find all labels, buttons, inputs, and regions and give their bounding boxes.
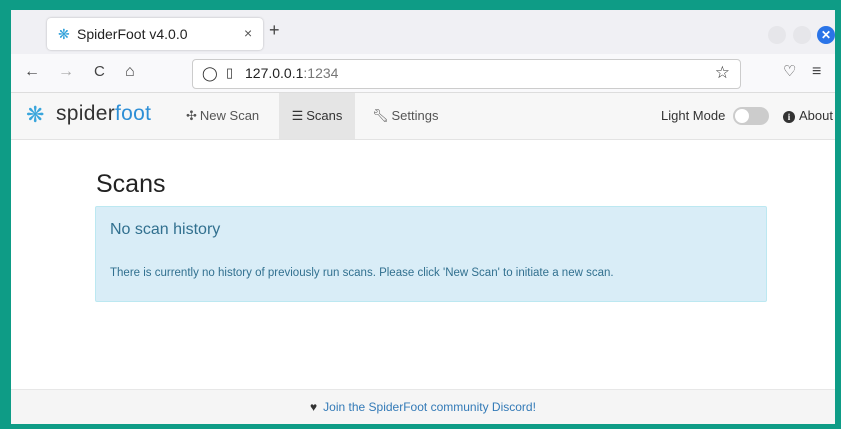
url-port: :1234 bbox=[303, 65, 339, 81]
shield-icon[interactable]: ◯ bbox=[202, 65, 218, 82]
discord-link-label: Join the SpiderFoot community Discord! bbox=[323, 400, 536, 414]
nav-new-scan[interactable]: ✣ New Scan bbox=[186, 93, 259, 139]
url-host: 127.0.0.1 bbox=[245, 65, 304, 81]
about-label: About bbox=[799, 108, 833, 123]
app-navbar: ❋ spiderfoot ✣ New Scan ☰ Scans 🔧︎ Settings… bbox=[11, 93, 835, 140]
back-icon[interactable]: ← bbox=[24, 63, 40, 81]
new-tab-button[interactable]: + bbox=[269, 21, 280, 39]
page-title: Scans bbox=[96, 170, 166, 198]
no-history-alert: No scan history There is currently no hi… bbox=[95, 206, 767, 302]
bookmark-star-icon[interactable]: ☆ bbox=[715, 63, 730, 83]
nav-new-scan-label: New Scan bbox=[199, 108, 260, 123]
close-window-button[interactable]: ✕ bbox=[817, 26, 835, 44]
nav-scans[interactable]: ☰ Scans bbox=[279, 93, 355, 139]
spiderfoot-favicon-icon: ❋ bbox=[58, 26, 70, 42]
about-link[interactable]: i About bbox=[783, 108, 833, 123]
heart-icon: ♥ bbox=[310, 400, 318, 414]
nav-settings-label: Settings bbox=[391, 108, 439, 123]
maximize-button[interactable] bbox=[793, 26, 811, 44]
menu-icon[interactable]: ≡ bbox=[812, 63, 821, 81]
close-tab-icon[interactable]: × bbox=[244, 25, 252, 41]
forward-icon[interactable]: → bbox=[58, 63, 74, 81]
toggle-knob bbox=[735, 109, 749, 123]
footer: ♥ Join the SpiderFoot community Discord! bbox=[11, 389, 835, 424]
address-bar[interactable]: ◯ ▯ 127.0.0.1:1234 ☆ bbox=[192, 59, 741, 89]
browser-window: ❋ SpiderFoot v4.0.0 × + ✕ ← → C ⌂ ◯ ▯ 12… bbox=[11, 10, 835, 424]
minimize-button[interactable] bbox=[768, 26, 786, 44]
nav-settings[interactable]: 🔧︎ Settings bbox=[372, 93, 439, 139]
reload-icon[interactable]: C bbox=[94, 63, 105, 81]
alert-title: No scan history bbox=[110, 221, 221, 238]
brand-name: spiderfoot bbox=[56, 102, 151, 126]
pocket-icon[interactable]: ♡ bbox=[783, 63, 796, 81]
crosshair-icon: ✣ bbox=[186, 108, 197, 123]
brand-name-part1: spider bbox=[56, 102, 115, 125]
url-text[interactable]: 127.0.0.1:1234 bbox=[245, 65, 338, 81]
page-info-icon[interactable]: ▯ bbox=[226, 65, 233, 81]
discord-link[interactable]: ♥ Join the SpiderFoot community Discord! bbox=[11, 400, 835, 414]
brand-name-part2: foot bbox=[115, 102, 152, 125]
list-icon: ☰ bbox=[291, 108, 304, 123]
alert-body: There is currently no history of previou… bbox=[110, 267, 614, 279]
tab-title: SpiderFoot v4.0.0 bbox=[77, 26, 188, 42]
nav-scans-label: Scans bbox=[306, 108, 343, 123]
spiderfoot-logo-icon: ❋ bbox=[26, 102, 45, 127]
home-icon[interactable]: ⌂ bbox=[125, 63, 135, 81]
wrench-icon: 🔧︎ bbox=[372, 108, 389, 123]
light-mode-toggle[interactable] bbox=[733, 107, 769, 125]
browser-toolbar: ← → C ⌂ ◯ ▯ 127.0.0.1:1234 ☆ ♡ ≡ bbox=[11, 54, 835, 93]
info-icon: i bbox=[783, 111, 795, 123]
browser-tab[interactable]: ❋ SpiderFoot v4.0.0 × bbox=[47, 18, 263, 50]
light-mode-label: Light Mode bbox=[661, 108, 726, 123]
tab-strip: ❋ SpiderFoot v4.0.0 × + ✕ bbox=[11, 10, 835, 54]
